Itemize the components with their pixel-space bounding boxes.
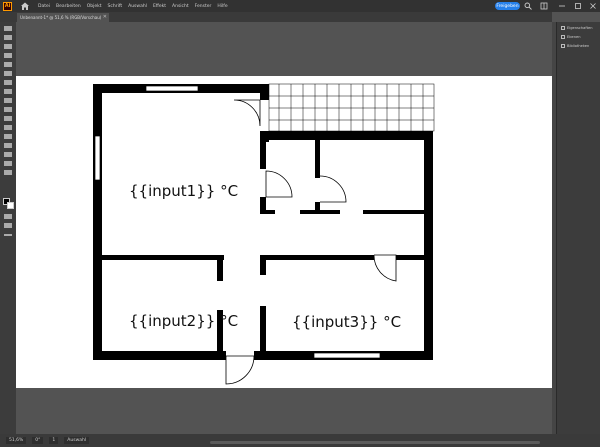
- libraries-icon: [561, 44, 565, 48]
- room-label-3[interactable]: {{input3}} °C: [292, 313, 401, 331]
- panel-layers[interactable]: Ebenen: [561, 33, 599, 41]
- type-tool-icon[interactable]: [4, 80, 12, 85]
- panel-libraries-label: Bibliotheken: [567, 44, 590, 48]
- screen-mode-icon[interactable]: [4, 223, 12, 228]
- paintbrush-tool-icon[interactable]: [4, 71, 12, 76]
- menu-fenster[interactable]: Fenster: [195, 4, 212, 9]
- room-label-2[interactable]: {{input2}} °C: [129, 312, 238, 330]
- layers-icon: [561, 35, 565, 39]
- canvas-area[interactable]: {{input1}} °C {{input2}} °C {{input3}} °…: [16, 22, 552, 434]
- direct-selection-tool-icon[interactable]: [4, 35, 12, 40]
- hand-tool-icon[interactable]: [4, 161, 12, 166]
- line-tool-icon[interactable]: [4, 89, 12, 94]
- gradient-tool-icon[interactable]: [4, 143, 12, 148]
- eyedropper-tool-icon[interactable]: [4, 152, 12, 157]
- document-tab-title: Unbenannt-1* @ 51,6 % (RGB/Vorschau): [20, 15, 102, 20]
- menu-datei[interactable]: Datei: [38, 4, 50, 9]
- search-icon[interactable]: [524, 2, 532, 10]
- rectangle-tool-icon[interactable]: [4, 62, 12, 67]
- width-tool-icon[interactable]: [4, 125, 12, 130]
- maximize-icon[interactable]: [574, 2, 582, 10]
- panel-properties[interactable]: Eigenschaften: [561, 24, 599, 32]
- share-button[interactable]: Freigeben: [495, 2, 520, 10]
- close-tab-icon[interactable]: ✕: [103, 14, 107, 20]
- main-menu: Datei Bearbeiten Objekt Schrift Auswahl …: [38, 4, 234, 9]
- selection-tool-icon[interactable]: [4, 26, 12, 31]
- document-tab-bar: Unbenannt-1* @ 51,6 % (RGB/Vorschau) ✕: [0, 12, 552, 22]
- horizontal-scrollbar[interactable]: [210, 441, 540, 444]
- terrace-grid: [268, 83, 435, 132]
- app-logo: Ai: [3, 1, 12, 11]
- document-tab[interactable]: Unbenannt-1* @ 51,6 % (RGB/Vorschau) ✕: [17, 13, 109, 22]
- menu-bearbeiten[interactable]: Bearbeiten: [56, 4, 81, 9]
- close-window-icon[interactable]: [589, 2, 597, 10]
- artboard[interactable]: {{input1}} °C {{input2}} °C {{input3}} °…: [16, 76, 552, 388]
- rotate-tool-icon[interactable]: [4, 107, 12, 112]
- floor-plan[interactable]: [16, 76, 552, 388]
- panel-layers-label: Ebenen: [567, 35, 581, 39]
- current-tool-label: Auswahl: [64, 437, 90, 444]
- minimize-icon[interactable]: [558, 2, 566, 10]
- zoom-level-field[interactable]: 51,6%: [6, 437, 27, 444]
- workspace-switcher-icon[interactable]: [540, 2, 548, 10]
- tools-panel: [0, 22, 16, 434]
- menu-auswahl[interactable]: Auswahl: [128, 4, 147, 9]
- rotation-field[interactable]: 0°: [32, 437, 44, 444]
- menu-hilfe[interactable]: Hilfe: [217, 4, 227, 9]
- menu-objekt[interactable]: Objekt: [87, 4, 102, 9]
- home-icon[interactable]: [20, 1, 30, 11]
- room-label-1[interactable]: {{input1}} °C: [129, 182, 238, 200]
- stroke-color-swatch[interactable]: [7, 202, 14, 209]
- pen-tool-icon[interactable]: [4, 44, 12, 49]
- menu-bar: Ai Datei Bearbeiten Objekt Schrift Auswa…: [0, 0, 600, 12]
- scale-tool-icon[interactable]: [4, 116, 12, 121]
- more-tools-icon[interactable]: [4, 234, 12, 236]
- panel-libraries[interactable]: Bibliotheken: [561, 42, 599, 50]
- eraser-tool-icon[interactable]: [4, 98, 12, 103]
- properties-icon: [561, 26, 565, 30]
- right-panel-dock: Eigenschaften Ebenen Bibliotheken: [556, 22, 600, 434]
- menu-ansicht[interactable]: Ansicht: [172, 4, 189, 9]
- menu-schrift[interactable]: Schrift: [108, 4, 123, 9]
- zoom-tool-icon[interactable]: [4, 170, 12, 175]
- doors: [225, 99, 397, 385]
- curvature-tool-icon[interactable]: [4, 53, 12, 58]
- menu-effekt[interactable]: Effekt: [153, 4, 166, 9]
- draw-mode-icon[interactable]: [4, 214, 12, 219]
- artboard-navigator[interactable]: 1: [49, 437, 59, 444]
- panel-properties-label: Eigenschaften: [567, 26, 593, 30]
- shape-builder-tool-icon[interactable]: [4, 134, 12, 139]
